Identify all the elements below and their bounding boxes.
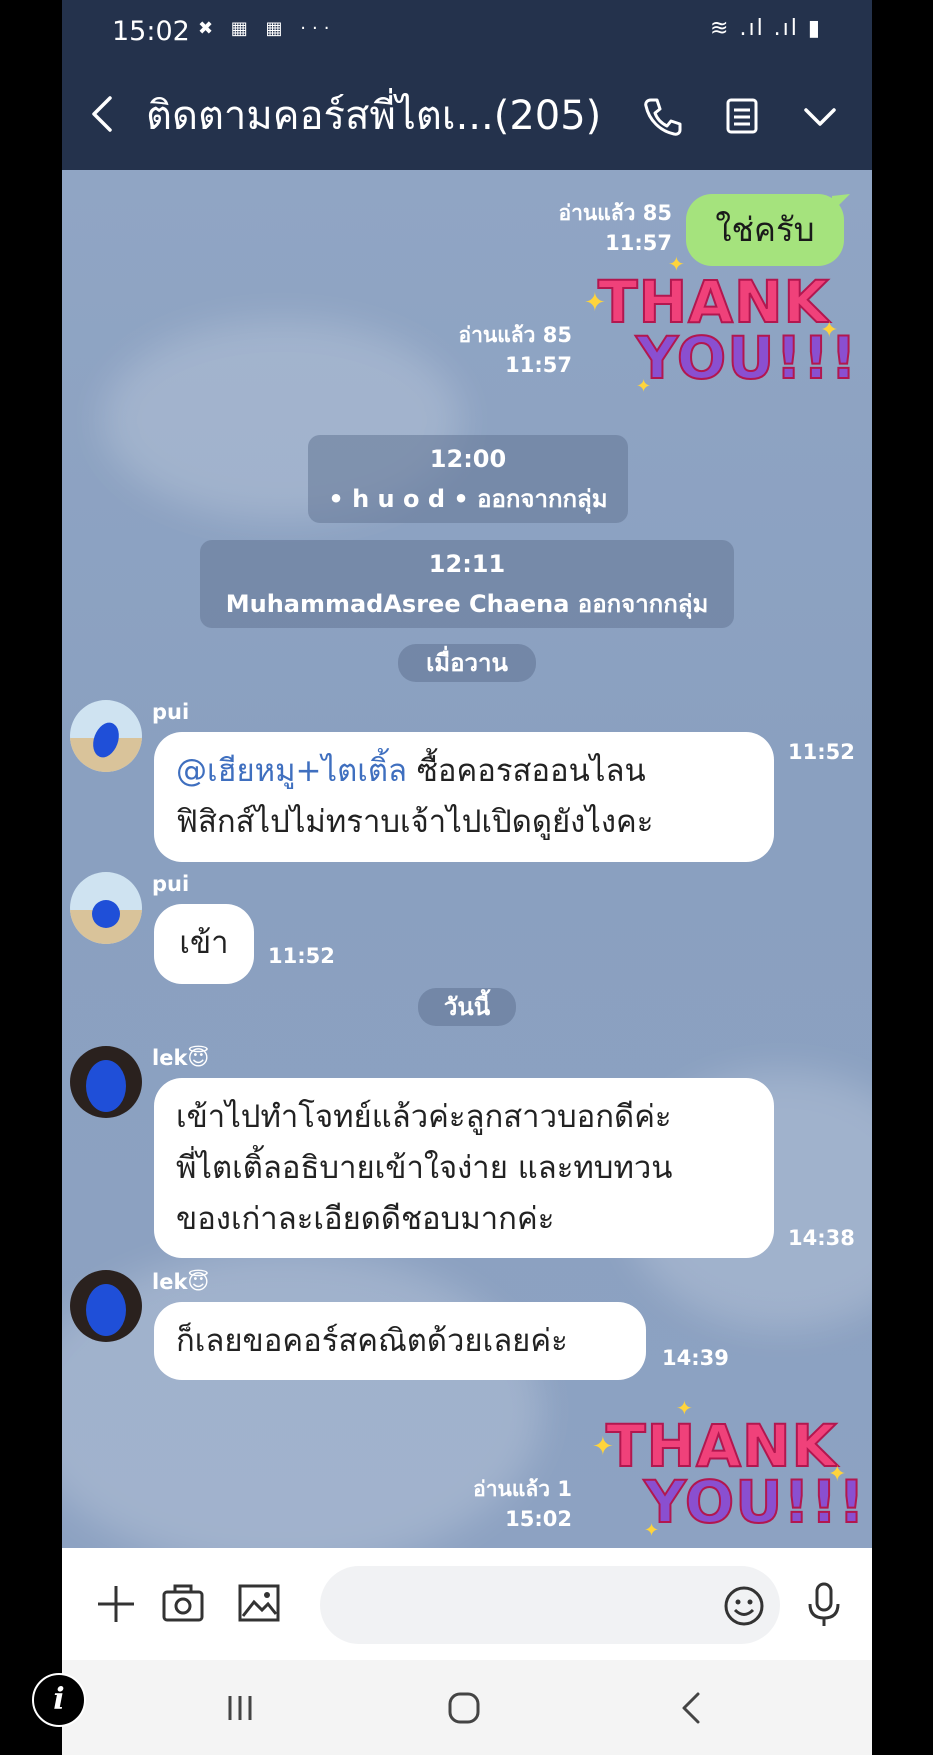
- sparkle-icon: ✦: [668, 252, 685, 276]
- sender-name: lek😇: [152, 1270, 210, 1294]
- message-line: ฟิสิกส์ไปไม่ทราบเจ้าไปเปิดดูยังไงคะ: [176, 804, 654, 840]
- chat-messages[interactable]: อ่านแล้ว 85 11:57 ใช่ครับ อ่านแล้ว 85 11…: [62, 170, 872, 1548]
- notice-time: 12:11: [428, 550, 506, 578]
- emoji-icon: [724, 1586, 764, 1626]
- gallery-button[interactable]: [234, 1578, 284, 1628]
- read-receipt: อ่านแล้ว 85 11:57: [342, 320, 573, 380]
- avatar-image: [70, 700, 142, 772]
- add-button[interactable]: [92, 1580, 140, 1628]
- chat-title[interactable]: ติดตามคอร์สพี่ไตเ...(205): [146, 92, 601, 140]
- notes-icon: [726, 98, 758, 134]
- chevron-down-icon: [804, 108, 836, 126]
- message-line: @เฮียหมู+ไตเติ้ล ซื้อคอรสออนไลน: [176, 746, 752, 797]
- status-bar: 15:02 ✖ ▦ ▦ ··· ≋ .ıl .ıl ▮: [62, 0, 872, 64]
- message-line: พี่ไตเติ้ลอธิบายเข้าใจง่าย และทบทวน: [176, 1150, 673, 1186]
- message-input-bar: [62, 1548, 872, 1660]
- thank-you-sticker[interactable]: THANK YOU!!! ✦ ✦ ✦ ✦: [592, 1396, 866, 1548]
- avatar[interactable]: [70, 872, 142, 944]
- notice-text: • h u o d • ออกจากกลุ่ม: [328, 485, 608, 513]
- image-icon: [238, 1584, 280, 1622]
- back-nav-button[interactable]: [672, 1686, 712, 1730]
- message-line: ของเก่าละเอียดดีชอบมากค่ะ: [176, 1201, 555, 1237]
- avatar[interactable]: [70, 700, 142, 772]
- phone-icon: [644, 98, 682, 136]
- read-count: อ่านแล้ว 1: [473, 1477, 572, 1501]
- read-receipt: อ่านแล้ว 85 11:57: [422, 198, 673, 258]
- sparkle-icon: ✦: [676, 1396, 693, 1420]
- avatar[interactable]: [70, 1270, 142, 1342]
- home-icon: [448, 1692, 480, 1724]
- date-separator: วันนี้: [418, 988, 516, 1026]
- received-message-bubble[interactable]: เข้าไปทำโจทย์แล้วค่ะลูกสาวบอกดีค่ะ พี่ไต…: [154, 1078, 774, 1258]
- microphone-button[interactable]: [804, 1580, 844, 1630]
- sent-message-bubble[interactable]: ใช่ครับ: [686, 194, 844, 266]
- sparkle-icon: ✦: [592, 1432, 614, 1462]
- chevron-left-icon: [92, 96, 112, 132]
- sparkle-icon: ✦: [828, 1462, 847, 1487]
- message-time: 15:02: [505, 1507, 572, 1531]
- message-time: 11:57: [605, 231, 672, 255]
- sender-name: pui: [152, 872, 190, 896]
- message-time: 11:57: [505, 353, 572, 377]
- received-message-bubble[interactable]: @เฮียหมู+ไตเติ้ล ซื้อคอรสออนไลน ฟิสิกส์ไ…: [154, 732, 774, 862]
- system-notice: 12:11 MuhammadAsree Chaena ออกจากกลุ่ม: [200, 540, 734, 628]
- emoji-button[interactable]: [722, 1584, 766, 1628]
- message-time: 11:52: [788, 740, 855, 764]
- status-signal-battery-icons: ≋ .ıl .ıl ▮: [710, 16, 822, 41]
- sparkle-icon: ✦: [584, 288, 606, 318]
- message-time: 11:52: [268, 944, 335, 968]
- microphone-icon: [808, 1582, 840, 1626]
- sparkle-icon: ✦: [636, 376, 652, 397]
- sparkle-icon: ✦: [644, 1520, 660, 1541]
- received-message-bubble[interactable]: เข้า: [154, 904, 254, 984]
- message-text: ซื้อคอรสออนไลน: [406, 753, 646, 789]
- menu-toggle-button[interactable]: [792, 88, 848, 144]
- read-count: อ่านแล้ว 85: [558, 201, 673, 225]
- phone-screen: 15:02 ✖ ▦ ▦ ··· ≋ .ıl .ıl ▮ ติดตามคอร์สพ…: [62, 0, 872, 1755]
- info-icon[interactable]: i: [32, 1673, 86, 1727]
- thank-you-sticker[interactable]: THANK YOU!!! ✦ ✦ ✦ ✦: [584, 252, 858, 408]
- status-notification-icons: ✖ ▦ ▦ ···: [198, 18, 336, 39]
- date-separator: เมื่อวาน: [398, 644, 536, 682]
- avatar[interactable]: [70, 1046, 142, 1118]
- sparkle-icon: ✦: [820, 318, 839, 343]
- avatar-image: [70, 1270, 142, 1342]
- read-count: อ่านแล้ว 85: [458, 323, 573, 347]
- received-message-bubble[interactable]: ก็เลยขอคอร์สคณิตด้วยเลยค่ะ: [154, 1302, 646, 1380]
- home-button[interactable]: [442, 1686, 486, 1730]
- notice-text: MuhammadAsree Chaena ออกจากกลุ่ม: [225, 590, 709, 618]
- bubble-tail: [832, 194, 850, 212]
- status-time: 15:02: [112, 16, 190, 47]
- message-line: เข้าไปทำโจทย์แล้วค่ะลูกสาวบอกดีค่ะ: [176, 1099, 672, 1135]
- message-time: 14:39: [662, 1346, 729, 1370]
- avatar-image: [70, 872, 142, 944]
- sender-name: pui: [152, 700, 190, 724]
- back-icon: [682, 1692, 700, 1724]
- plus-icon: [98, 1586, 134, 1622]
- recent-apps-icon: [228, 1696, 252, 1720]
- message-input[interactable]: [320, 1566, 780, 1644]
- system-notice: 12:00 • h u o d • ออกจากกลุ่ม: [308, 435, 628, 523]
- recent-apps-button[interactable]: [220, 1688, 260, 1728]
- camera-button[interactable]: [158, 1578, 208, 1628]
- chat-header: ติดตามคอร์สพี่ไตเ...(205): [62, 64, 872, 170]
- notice-time: 12:00: [429, 445, 507, 473]
- sender-name: lek😇: [152, 1046, 210, 1070]
- back-button[interactable]: [80, 84, 130, 144]
- notes-button[interactable]: [714, 88, 770, 144]
- camera-icon: [162, 1584, 204, 1622]
- message-time: 14:38: [788, 1226, 855, 1250]
- avatar-image: [70, 1046, 142, 1118]
- read-receipt: อ่านแล้ว 1 15:02: [362, 1474, 572, 1534]
- system-navigation-bar: [62, 1660, 872, 1755]
- mention-link[interactable]: @เฮียหมู+ไตเติ้ล: [176, 753, 407, 789]
- call-button[interactable]: [634, 88, 690, 144]
